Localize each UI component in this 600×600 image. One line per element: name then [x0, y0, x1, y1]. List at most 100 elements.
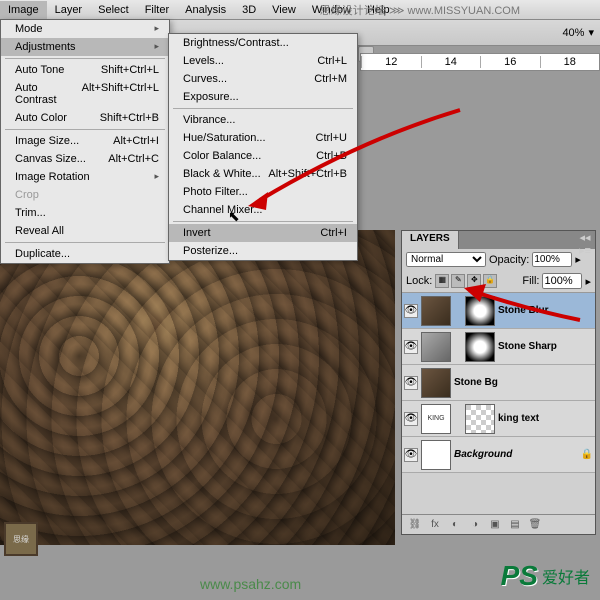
ruler-tick: 14 [421, 56, 481, 68]
visibility-icon[interactable]: 👁 [404, 340, 418, 354]
layers-tab[interactable]: LAYERS [402, 231, 459, 249]
layer-thumbnail[interactable] [421, 296, 451, 326]
fill-label: Fill: [522, 275, 539, 287]
menu-duplicate[interactable]: Duplicate... [1, 245, 169, 263]
menu-vibrance[interactable]: Vibrance... [169, 111, 357, 129]
visibility-icon[interactable]: 👁 [404, 376, 418, 390]
layer-name[interactable]: Stone Sharp [498, 341, 593, 352]
layer-stone-blur[interactable]: 👁 Stone Blur [402, 293, 595, 329]
adjustment-layer-icon[interactable]: ◑ [468, 518, 482, 532]
ruler-tick: 12 [361, 56, 421, 68]
ps-logo: PS [501, 560, 538, 592]
layer-thumbnail[interactable]: KING [421, 404, 451, 434]
menu-reveal-all[interactable]: Reveal All [1, 222, 169, 240]
layer-thumbnail[interactable] [421, 332, 451, 362]
layer-thumbnail[interactable] [421, 440, 451, 470]
lock-pixels-icon[interactable]: ✎ [451, 274, 465, 288]
menu-photo-filter[interactable]: Photo Filter... [169, 183, 357, 201]
blend-mode-select[interactable]: Normal [406, 252, 486, 267]
menu-image-size[interactable]: Image Size...Alt+Ctrl+I [1, 132, 169, 150]
new-layer-icon[interactable]: ▤ [508, 518, 522, 532]
group-icon[interactable]: ▣ [488, 518, 502, 532]
lock-all-icon[interactable]: 🔒 [483, 274, 497, 288]
menu-image-rotation[interactable]: Image Rotation [1, 168, 169, 186]
layer-name[interactable]: Background [454, 449, 578, 460]
layer-name[interactable]: Stone Bg [454, 377, 593, 388]
ruler-tick: 18 [540, 56, 600, 68]
fill-flyout-icon[interactable]: ▸ [585, 275, 591, 288]
rock-texture-image [0, 230, 395, 545]
menu-posterize[interactable]: Posterize... [169, 242, 357, 260]
zoom-value[interactable]: 40% [562, 27, 584, 39]
fx-icon[interactable]: fx [428, 518, 442, 532]
separator [5, 129, 165, 130]
separator [5, 242, 165, 243]
watermark-url: www.psahz.com [200, 576, 301, 592]
menu-crop: Crop [1, 186, 169, 204]
layer-name[interactable]: king text [498, 413, 593, 424]
menu-brightness-contrast[interactable]: Brightness/Contrast... [169, 34, 357, 52]
lock-label: Lock: [406, 275, 432, 287]
ruler-horizontal: 12 14 16 18 [360, 53, 600, 71]
menu-mode[interactable]: Mode [1, 20, 169, 38]
menu-layer[interactable]: Layer [47, 1, 91, 19]
layer-name[interactable]: Stone Blur [498, 305, 593, 316]
visibility-icon[interactable]: 👁 [404, 304, 418, 318]
opacity-flyout-icon[interactable]: ▸ [575, 253, 581, 266]
menu-select[interactable]: Select [90, 1, 137, 19]
fill-input[interactable] [542, 273, 582, 289]
menu-canvas-size[interactable]: Canvas Size...Alt+Ctrl+C [1, 150, 169, 168]
opacity-label: Opacity: [489, 254, 529, 266]
menu-levels[interactable]: Levels...Ctrl+L [169, 52, 357, 70]
layer-background[interactable]: 👁 Background 🔒 [402, 437, 595, 473]
separator [173, 221, 353, 222]
menu-filter[interactable]: Filter [137, 1, 177, 19]
menu-hue-saturation[interactable]: Hue/Saturation...Ctrl+U [169, 129, 357, 147]
lock-transparency-icon[interactable]: ▦ [435, 274, 449, 288]
separator [5, 58, 165, 59]
layer-stone-bg[interactable]: 👁 Stone Bg [402, 365, 595, 401]
layer-king-text[interactable]: 👁 KING king text [402, 401, 595, 437]
layer-thumbnail[interactable] [421, 368, 451, 398]
adjustments-submenu: Brightness/Contrast... Levels...Ctrl+L C… [168, 33, 358, 261]
menu-exposure[interactable]: Exposure... [169, 88, 357, 106]
menu-image[interactable]: Image [0, 1, 47, 19]
delete-layer-icon[interactable]: 🗑 [528, 518, 542, 532]
ruler-tick: 16 [480, 56, 540, 68]
opacity-input[interactable] [532, 252, 572, 267]
link-layers-icon[interactable]: ⛓ [408, 518, 422, 532]
document-canvas[interactable] [0, 230, 395, 545]
menu-auto-color[interactable]: Auto ColorShift+Ctrl+B [1, 109, 169, 127]
layer-stone-sharp[interactable]: 👁 Stone Sharp [402, 329, 595, 365]
menu-curves[interactable]: Curves...Ctrl+M [169, 70, 357, 88]
menu-black-white[interactable]: Black & White...Alt+Shift+Ctrl+B [169, 165, 357, 183]
watermark-top: 思缘设计论坛 ⋙ www.MISSYUAN.COM [320, 2, 520, 18]
menu-3d[interactable]: 3D [234, 1, 264, 19]
lock-position-icon[interactable]: ✥ [467, 274, 481, 288]
menu-adjustments[interactable]: Adjustments [1, 38, 169, 56]
menu-auto-tone[interactable]: Auto ToneShift+Ctrl+L [1, 61, 169, 79]
menu-analysis[interactable]: Analysis [177, 1, 234, 19]
mask-thumbnail[interactable] [465, 296, 495, 326]
menu-invert[interactable]: InvertCtrl+I [169, 224, 357, 242]
menu-trim[interactable]: Trim... [1, 204, 169, 222]
logo-badge: 思缘 [4, 522, 38, 556]
ps-text: 爱好者 [542, 564, 590, 588]
layers-panel-footer: ⛓ fx ◐ ◑ ▣ ▤ 🗑 [402, 514, 595, 534]
lock-icon: 🔒 [581, 449, 593, 460]
mask-thumbnail[interactable] [465, 332, 495, 362]
layers-panel: LAYERS ◂◂ ▸≡ Normal Opacity: ▸ Lock: ▦ ✎… [401, 230, 596, 535]
image-menu-dropdown: Mode Adjustments Auto ToneShift+Ctrl+L A… [0, 19, 170, 264]
visibility-icon[interactable]: 👁 [404, 412, 418, 426]
menu-color-balance[interactable]: Color Balance...Ctrl+B [169, 147, 357, 165]
layers-list: 👁 Stone Blur 👁 Stone Sharp 👁 Stone Bg 👁 … [402, 293, 595, 473]
panel-menu-icon[interactable]: ◂◂ ▸≡ [575, 231, 595, 249]
menu-channel-mixer[interactable]: Channel Mixer... [169, 201, 357, 219]
watermark-bottom-right: PS 爱好者 [501, 560, 590, 592]
zoom-dropdown-icon[interactable]: ▾ [588, 26, 594, 39]
menu-auto-contrast[interactable]: Auto ContrastAlt+Shift+Ctrl+L [1, 79, 169, 109]
visibility-icon[interactable]: 👁 [404, 448, 418, 462]
mask-icon[interactable]: ◐ [448, 518, 462, 532]
mask-thumbnail[interactable] [465, 404, 495, 434]
menu-view[interactable]: View [264, 1, 304, 19]
